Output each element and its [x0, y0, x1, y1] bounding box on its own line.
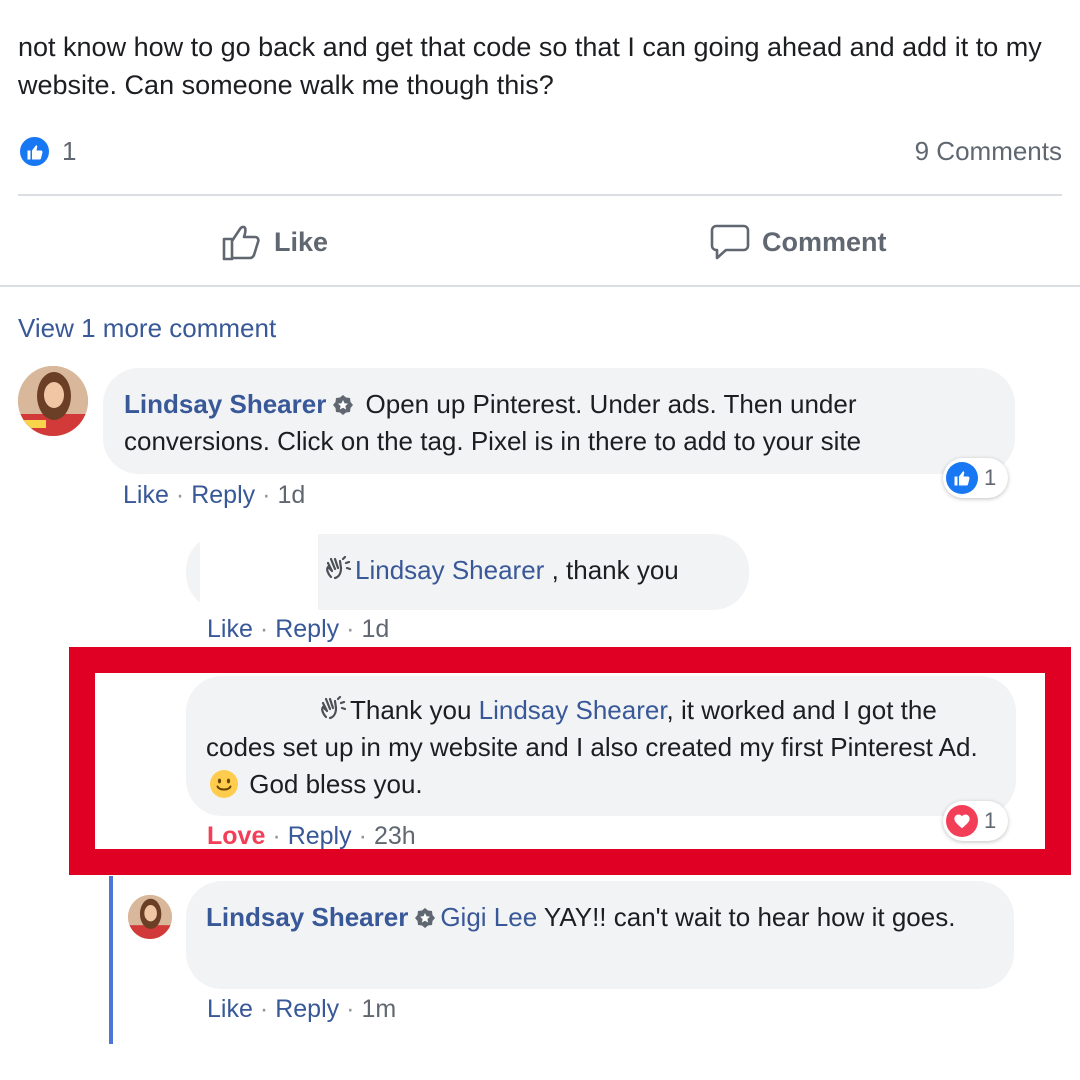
- comment-reply-link[interactable]: Reply: [275, 995, 339, 1023]
- verified-badge-icon: [333, 395, 354, 415]
- comment-actions: Like · Reply · 1d: [123, 481, 305, 510]
- avatar[interactable]: [128, 895, 172, 939]
- post-text: not know how to go back and get that cod…: [18, 32, 1042, 100]
- post-stats: 1 9 Comments: [18, 134, 1062, 170]
- comment-button[interactable]: Comment: [710, 218, 887, 266]
- verified-badge-icon: [415, 908, 436, 928]
- comment-reaction-count[interactable]: 1: [943, 458, 1009, 498]
- redacted-name: [200, 534, 318, 610]
- view-more-comments-link[interactable]: View 1 more comment: [18, 313, 276, 344]
- divider: [18, 194, 1062, 196]
- like-reaction-icon[interactable]: [18, 135, 51, 168]
- comment-timestamp[interactable]: 1m: [361, 995, 396, 1023]
- comment-actions: Like · Reply · 1m: [207, 995, 396, 1024]
- comment-button-label: Comment: [762, 226, 887, 257]
- divider: [0, 285, 1080, 287]
- like-button-label: Like: [274, 226, 329, 257]
- comment-timestamp[interactable]: 1d: [277, 481, 305, 509]
- wave-icon: [326, 555, 351, 580]
- thumbs-up-icon: [222, 225, 260, 261]
- comment-icon: [710, 224, 750, 260]
- separator: ·: [175, 481, 185, 509]
- like-count[interactable]: 1: [62, 136, 76, 167]
- separator: ·: [346, 615, 355, 643]
- comment-timestamp[interactable]: 1d: [361, 615, 389, 643]
- like-reaction-icon: [946, 462, 978, 494]
- comment-bubble: Lindsay Shearer Open up Pinterest. Under…: [103, 368, 1015, 474]
- reply-text: , thank you: [544, 555, 679, 585]
- avatar[interactable]: [18, 366, 88, 436]
- mention-link[interactable]: Gigi Lee: [440, 902, 537, 932]
- comment-like-link[interactable]: Like: [123, 481, 169, 509]
- reaction-count: 1: [984, 465, 997, 490]
- separator: ·: [259, 615, 269, 643]
- comment-reply-link[interactable]: Reply: [191, 481, 255, 509]
- separator: ·: [262, 481, 271, 509]
- comments-count-link[interactable]: 9 Comments: [915, 136, 1062, 167]
- reply-thread-line: [109, 876, 113, 1044]
- mention-link[interactable]: Lindsay Shearer: [355, 555, 544, 585]
- like-button[interactable]: Like: [222, 218, 328, 266]
- separator: ·: [346, 995, 355, 1023]
- separator: ·: [259, 995, 269, 1023]
- comment-like-link[interactable]: Like: [207, 995, 253, 1023]
- reply-text: YAY!! can't wait to hear how it goes.: [537, 902, 956, 932]
- comment-like-link[interactable]: Like: [207, 615, 253, 643]
- highlight-annotation-box: [69, 647, 1071, 875]
- comment-author-link[interactable]: Lindsay Shearer: [124, 389, 326, 419]
- reply-bubble: Lindsay Shearer Gigi Lee YAY!! can't wait…: [186, 881, 1014, 989]
- comment-actions: Like · Reply · 1d: [207, 615, 389, 644]
- comment-reply-link[interactable]: Reply: [275, 615, 339, 643]
- comment-author-link[interactable]: Lindsay Shearer: [206, 902, 408, 932]
